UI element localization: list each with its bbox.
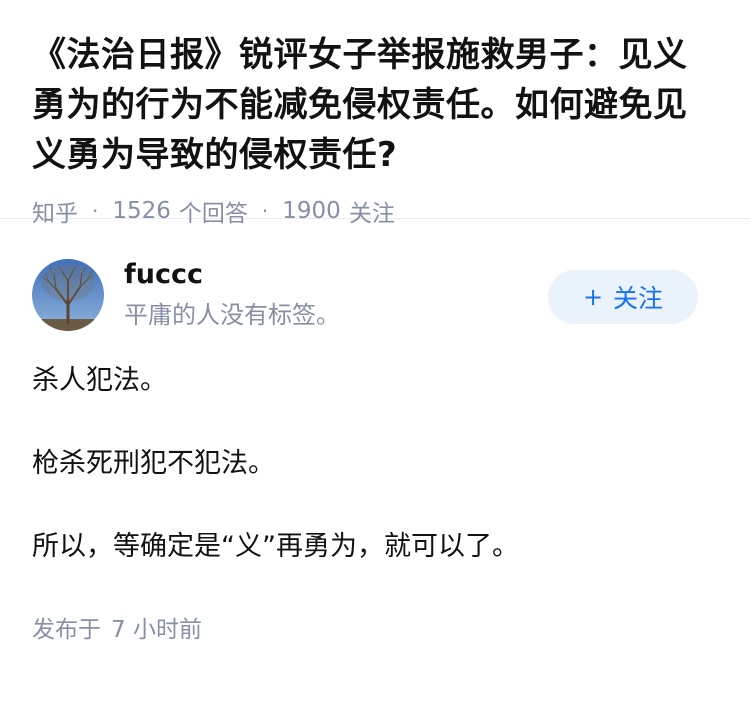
author-bio: 平庸的人没有标签。 <box>124 301 340 329</box>
author-row: fuccc 平庸的人没有标签。 + 关注 <box>32 255 718 335</box>
answer-paragraph: 所以，等确定是“义”再勇为，就可以了。 <box>32 531 519 562</box>
plus-icon: + <box>582 283 604 311</box>
posted-prefix: 发布于 <box>32 617 101 643</box>
answer-paragraph: 枪杀死刑犯不犯法。 <box>32 448 275 479</box>
question-title[interactable]: 《法治日报》锐评女子举报施救男子：见义勇为的行为不能减免侵权责任。如何避免见义勇… <box>32 30 718 180</box>
answer-paragraph: 杀人犯法。 <box>32 365 167 396</box>
avatar[interactable] <box>32 259 104 331</box>
tree-avatar-icon <box>32 259 104 331</box>
follow-button-label: 关注 <box>613 284 664 313</box>
posted-time: 7 小时前 <box>111 617 202 643</box>
answer-card: fuccc 平庸的人没有标签。 + 关注 杀人犯法。 枪杀死刑犯不犯法。 所以，… <box>0 219 750 644</box>
author-info: fuccc 平庸的人没有标签。 <box>124 257 548 333</box>
follow-button[interactable]: + 关注 <box>548 270 698 324</box>
author-name[interactable]: fuccc <box>124 257 548 293</box>
question-header: 《法治日报》锐评女子举报施救男子：见义勇为的行为不能减免侵权责任。如何避免见义勇… <box>0 0 750 227</box>
answer-timestamp[interactable]: 发布于 7 小时前 <box>32 610 718 644</box>
answer-content: 杀人犯法。 枪杀死刑犯不犯法。 所以，等确定是“义”再勇为，就可以了。 <box>32 361 718 567</box>
